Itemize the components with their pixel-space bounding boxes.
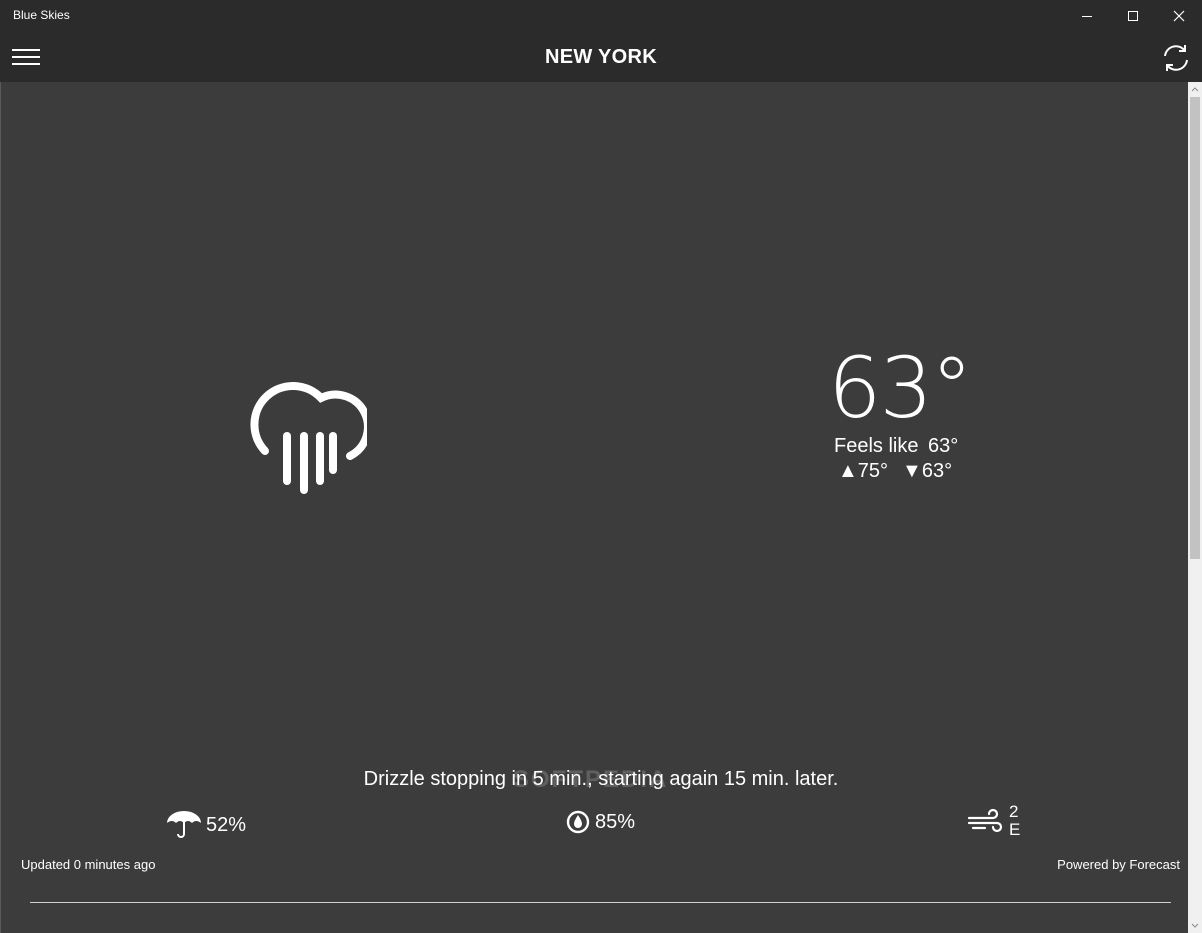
window-titlebar[interactable]: Blue Skies (0, 0, 1202, 32)
minimize-icon (1082, 16, 1092, 17)
scroll-thumb[interactable] (1190, 97, 1200, 559)
low-arrow-icon: ▼ (902, 460, 922, 482)
water-drop-icon (566, 810, 590, 834)
refresh-icon (1164, 45, 1188, 71)
low-temp: 63° (921, 460, 953, 482)
precipitation-stat: 52% (166, 810, 246, 840)
city-title: NEW YORK (544, 46, 658, 68)
maximize-icon (1128, 11, 1138, 21)
humidity-value: 85% (595, 810, 636, 833)
refresh-button[interactable] (1156, 41, 1196, 75)
close-button[interactable] (1156, 0, 1202, 32)
close-icon (1173, 10, 1185, 22)
powered-by-link[interactable]: Powered by Forecast (1057, 857, 1180, 872)
scroll-down-button[interactable] (1188, 919, 1202, 933)
precipitation-value: 52% (206, 813, 247, 836)
feels-like-label: Feels like (834, 435, 919, 457)
rain-cloud-icon (245, 376, 372, 498)
chevron-down-icon (1191, 923, 1199, 928)
wind-speed: 2 (1009, 802, 1019, 821)
humidity-stat: 85% (566, 810, 635, 834)
high-temp: 75° (857, 460, 889, 482)
chevron-up-icon (1191, 87, 1199, 92)
high-low: ▲75° ▼63° (838, 460, 952, 483)
wind-icon (967, 808, 1003, 833)
wind-stat: 2 E (967, 803, 1020, 839)
umbrella-icon (167, 811, 201, 838)
minimize-button[interactable] (1064, 0, 1110, 32)
scroll-up-button[interactable] (1188, 82, 1202, 96)
window-title: Blue Skies (13, 8, 70, 22)
scrollbar[interactable] (1188, 82, 1202, 933)
wind-direction: E (1009, 820, 1021, 839)
updated-status: Updated 0 minutes ago (21, 857, 156, 872)
high-arrow-icon: ▲ (838, 460, 858, 482)
app-header: NEW YORK (0, 32, 1202, 82)
footer-divider (30, 902, 1171, 903)
feels-like: Feels like 63° (834, 435, 958, 458)
feels-like-value: 63° (928, 435, 959, 457)
maximize-button[interactable] (1110, 0, 1156, 32)
wind-values: 2 E (1009, 803, 1020, 839)
current-temperature: 63° (828, 339, 973, 437)
watermark: SOFTPEDIA (513, 766, 669, 793)
